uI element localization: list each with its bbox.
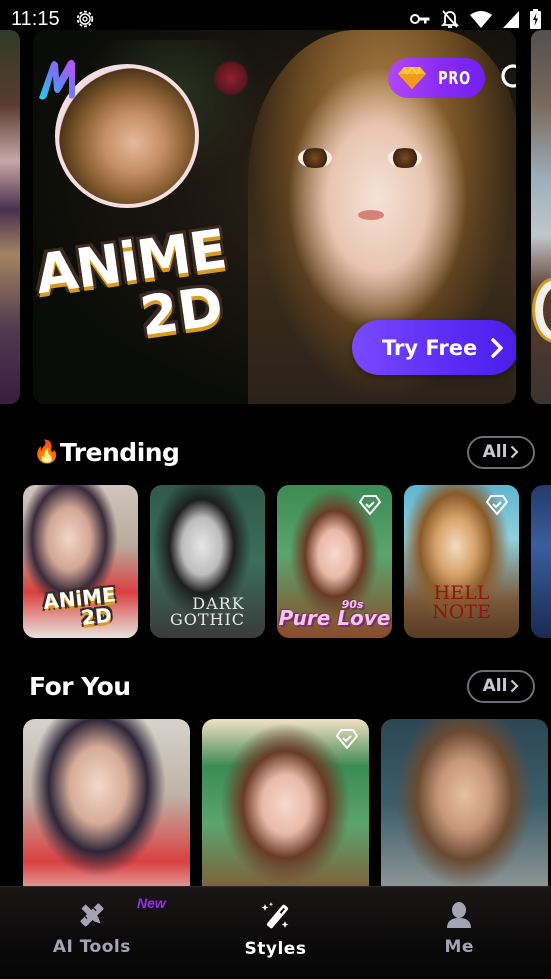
for-you-list bbox=[23, 719, 548, 909]
vip-diamond-badge-icon bbox=[359, 495, 381, 515]
notifications-off-icon bbox=[441, 10, 459, 28]
trending-section-header: 🔥 Trending All bbox=[0, 432, 551, 472]
card-caption: ANiME 2D bbox=[23, 582, 138, 634]
chevron-right-icon bbox=[511, 445, 519, 459]
for-you-card-portrait[interactable] bbox=[381, 719, 548, 909]
search-icon bbox=[501, 64, 516, 88]
for-you-section-header: For You All bbox=[0, 666, 551, 706]
trending-all-button[interactable]: All bbox=[467, 435, 535, 469]
chevron-right-icon bbox=[491, 337, 503, 358]
anime-lips bbox=[358, 210, 384, 220]
pro-upgrade-button[interactable]: PRO bbox=[388, 58, 485, 98]
for-you-title: For You bbox=[29, 672, 131, 701]
nav-label: Me bbox=[444, 937, 474, 957]
new-badge: New bbox=[137, 895, 166, 911]
all-label: All bbox=[482, 442, 508, 462]
all-label: All bbox=[482, 676, 508, 696]
for-you-card-pure-love[interactable] bbox=[202, 719, 369, 909]
trending-card-anime-2d[interactable]: ANiME 2D bbox=[23, 485, 138, 638]
for-you-all-button[interactable]: All bbox=[467, 669, 535, 703]
card-caption: 90s Pure Love bbox=[277, 599, 392, 628]
card-caption: Hell Note bbox=[404, 584, 519, 622]
status-time: 11:15 bbox=[11, 7, 60, 30]
trending-title: 🔥 Trending bbox=[33, 437, 180, 467]
hero-rose-art bbox=[213, 60, 249, 96]
try-free-button[interactable]: Try Free bbox=[352, 320, 516, 375]
caption-line: Gothic bbox=[169, 610, 246, 629]
nav-styles[interactable]: Styles bbox=[184, 887, 368, 979]
cellular-signal-icon bbox=[503, 10, 519, 28]
trending-card-dark-gothic[interactable]: Dark Gothic bbox=[150, 485, 265, 638]
for-you-card-anime-2d[interactable] bbox=[23, 719, 190, 909]
nav-ai-tools[interactable]: AI Tools New bbox=[0, 887, 184, 979]
diamond-icon bbox=[397, 67, 426, 89]
card-caption: Dark Gothic bbox=[150, 596, 265, 628]
vpn-key-icon bbox=[410, 14, 430, 24]
caption-line: Pure Love bbox=[278, 606, 391, 630]
nav-me[interactable]: Me bbox=[367, 887, 551, 979]
anime-eye bbox=[298, 148, 332, 168]
user-profile-icon bbox=[447, 902, 472, 928]
fire-icon: 🔥 bbox=[33, 439, 60, 465]
hero-title-line2: 2D bbox=[136, 274, 227, 349]
battery-charging-icon bbox=[530, 9, 541, 29]
hero-banner[interactable]: ANiME 2D PRO Try Free bbox=[33, 30, 516, 404]
magic-wand-icon bbox=[261, 902, 288, 929]
caption-line: Hell Note bbox=[432, 582, 491, 623]
chevron-right-icon bbox=[511, 679, 519, 693]
wifi-icon bbox=[470, 11, 492, 28]
trending-card-next-peek[interactable] bbox=[531, 485, 551, 638]
search-button[interactable] bbox=[496, 59, 516, 97]
trending-list: ANiME 2D Dark Gothic 90s Pure Love Hell … bbox=[23, 485, 551, 638]
trending-card-pure-love[interactable]: 90s Pure Love bbox=[277, 485, 392, 638]
try-free-label: Try Free bbox=[382, 335, 478, 360]
trending-title-text: Trending bbox=[59, 437, 180, 467]
trending-card-hell-note[interactable]: Hell Note bbox=[404, 485, 519, 638]
carousel-next-slide-peek[interactable] bbox=[531, 30, 551, 404]
for-you-title-text: For You bbox=[29, 671, 131, 701]
vip-diamond-badge-icon bbox=[486, 495, 508, 515]
anime-eye bbox=[388, 148, 422, 168]
status-bar: 11:15 bbox=[0, 0, 551, 38]
pro-label: PRO bbox=[438, 67, 471, 89]
peek-decoration bbox=[535, 280, 551, 340]
nav-label: AI Tools bbox=[52, 937, 131, 957]
vip-diamond-badge-icon bbox=[336, 729, 358, 749]
bottom-navigation: AI Tools New Styles Me bbox=[0, 886, 551, 979]
carousel-prev-slide-peek[interactable] bbox=[0, 30, 20, 404]
hero-title: ANiME 2D bbox=[33, 217, 237, 358]
nav-label: Styles bbox=[244, 939, 307, 959]
settings-gear-icon bbox=[76, 10, 93, 28]
app-logo-icon bbox=[39, 59, 75, 100]
pencil-ruler-icon bbox=[80, 903, 104, 927]
